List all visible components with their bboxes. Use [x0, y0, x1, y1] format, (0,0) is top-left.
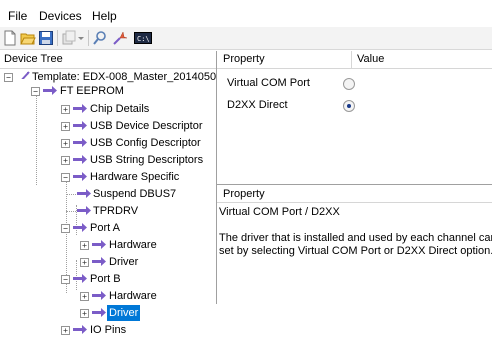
device-arrow-icon: [77, 206, 91, 215]
device-arrow-icon: [92, 240, 106, 249]
tree-node-label: FT EEPROM: [60, 85, 124, 97]
tree-node-label: Driver: [109, 256, 139, 268]
description-title: Virtual COM Port / D2XX: [219, 206, 340, 218]
description-body: Virtual COM Port / D2XX The driver that …: [219, 206, 492, 258]
collapse-icon[interactable]: −: [61, 173, 70, 182]
device-arrow-icon: [73, 138, 87, 147]
device-arrow-icon: [77, 189, 91, 198]
tree-node-port-b[interactable]: − Port B: [0, 271, 216, 287]
tree-node-label: Suspend DBUS7: [93, 188, 177, 200]
menu-bar: File Devices Help: [0, 0, 492, 27]
description-line: set by selecting Virtual COM Port or D2X…: [219, 245, 492, 257]
expand-icon[interactable]: +: [61, 139, 70, 148]
cmd-icon-label: C:\: [137, 35, 150, 43]
column-header-property[interactable]: Property: [223, 53, 265, 65]
property-name: Virtual COM Port: [227, 77, 310, 89]
device-arrow-icon: [92, 291, 106, 300]
radio-d2xx-direct[interactable]: [343, 100, 355, 112]
expand-icon[interactable]: +: [61, 326, 70, 335]
tree-node-label: Driver: [107, 305, 141, 321]
device-arrow-icon: [73, 104, 87, 113]
tree-node-label: IO Pins: [90, 324, 127, 336]
menu-help[interactable]: Help: [92, 9, 117, 23]
tree-node-hardware-specific[interactable]: − Hardware Specific: [0, 169, 216, 185]
open-folder-icon[interactable]: [20, 30, 36, 46]
expand-icon[interactable]: +: [80, 292, 89, 301]
menu-file[interactable]: File: [8, 9, 27, 23]
tree-node-label: Port B: [90, 273, 121, 285]
save-icon[interactable]: [38, 30, 54, 46]
description-line: The driver that is installed and used by…: [219, 232, 492, 244]
tree-node-port-a-driver[interactable]: + Driver: [0, 254, 216, 270]
collapse-icon[interactable]: −: [4, 73, 13, 82]
column-separator[interactable]: [351, 51, 352, 68]
cmd-icon[interactable]: C:\: [134, 30, 152, 46]
expand-icon[interactable]: +: [80, 309, 89, 318]
tree-node-label: Hardware: [109, 290, 157, 302]
template-icon: [21, 71, 30, 79]
tree-node-usb-config-descriptor[interactable]: + USB Config Descriptor: [0, 135, 216, 151]
tree-node-usb-device-descriptor[interactable]: + USB Device Descriptor: [0, 118, 216, 134]
device-arrow-icon: [73, 223, 87, 232]
column-header-value[interactable]: Value: [357, 53, 384, 65]
tree-node-port-b-driver[interactable]: + Driver: [0, 305, 216, 321]
device-arrow-icon: [92, 308, 106, 317]
dropdown-icon[interactable]: [77, 30, 85, 46]
tree-line: [66, 211, 76, 212]
device-arrow-icon: [73, 325, 87, 334]
tree-node-tprdrv[interactable]: TPRDRV: [0, 203, 216, 219]
device-arrow-icon: [73, 155, 87, 164]
tree-node-label: USB String Descriptors: [90, 154, 204, 166]
device-tree-header-label: Device Tree: [4, 53, 63, 65]
expand-icon[interactable]: +: [80, 241, 89, 250]
device-arrow-icon: [92, 257, 106, 266]
tree-node-port-a[interactable]: − Port A: [0, 220, 216, 236]
device-arrow-icon: [43, 86, 57, 95]
tree-node-label: USB Config Descriptor: [90, 137, 201, 149]
radio-virtual-com-port[interactable]: [343, 78, 355, 90]
expand-icon[interactable]: +: [61, 122, 70, 131]
expand-icon[interactable]: +: [61, 105, 70, 114]
property-name: D2XX Direct: [227, 99, 288, 111]
tree-node-chip-details[interactable]: + Chip Details: [0, 101, 216, 117]
device-arrow-icon: [73, 121, 87, 130]
collapse-icon[interactable]: −: [61, 224, 70, 233]
collapse-icon[interactable]: −: [61, 275, 70, 284]
tree-node-label: Hardware: [109, 239, 157, 251]
device-tree-header: Device Tree: [0, 51, 216, 69]
toolbar: C:\: [0, 27, 492, 50]
tree-node-ft-eeprom[interactable]: − FT EEPROM: [0, 83, 216, 99]
property-grid-header: Property Value: [217, 51, 492, 69]
description-header: Property: [217, 185, 492, 203]
description-header-label: Property: [223, 188, 265, 200]
tree-node-label: TPRDRV: [93, 205, 139, 217]
collapse-icon[interactable]: −: [31, 87, 40, 96]
property-grid: Property Value Virtual COM Port D2XX Dir…: [217, 51, 492, 181]
tree-node-usb-string-descriptors[interactable]: + USB String Descriptors: [0, 152, 216, 168]
property-row-d2xx-direct[interactable]: D2XX Direct: [217, 95, 492, 117]
device-arrow-icon: [73, 274, 87, 283]
expand-icon[interactable]: +: [61, 156, 70, 165]
toolbar-separator: [57, 30, 58, 46]
tree-node-suspend-dbus7[interactable]: Suspend DBUS7: [0, 186, 216, 202]
tree-node-label: Port A: [90, 222, 120, 234]
tree-node-io-pins[interactable]: + IO Pins: [0, 322, 216, 338]
menu-devices[interactable]: Devices: [39, 9, 82, 23]
expand-icon[interactable]: +: [80, 258, 89, 267]
program-icon[interactable]: [112, 30, 128, 46]
device-arrow-icon: [73, 172, 87, 181]
copy-icon[interactable]: [61, 30, 77, 46]
tree-node-label: Chip Details: [90, 103, 150, 115]
search-icon[interactable]: [92, 30, 108, 46]
toolbar-separator: [88, 30, 89, 46]
property-row-virtual-com-port[interactable]: Virtual COM Port: [217, 73, 492, 95]
device-tree-panel: Device Tree − Template: EDX-008_Master_2…: [0, 51, 217, 336]
tree-node-port-b-hardware[interactable]: + Hardware: [0, 288, 216, 304]
tree-line: [66, 194, 76, 195]
new-doc-icon[interactable]: [2, 30, 18, 46]
tree-node-label: USB Device Descriptor: [90, 120, 203, 132]
tree-node-port-a-hardware[interactable]: + Hardware: [0, 237, 216, 253]
tree-node-label: Hardware Specific: [90, 171, 180, 183]
description-panel: Property Virtual COM Port / D2XX The dri…: [217, 184, 492, 305]
